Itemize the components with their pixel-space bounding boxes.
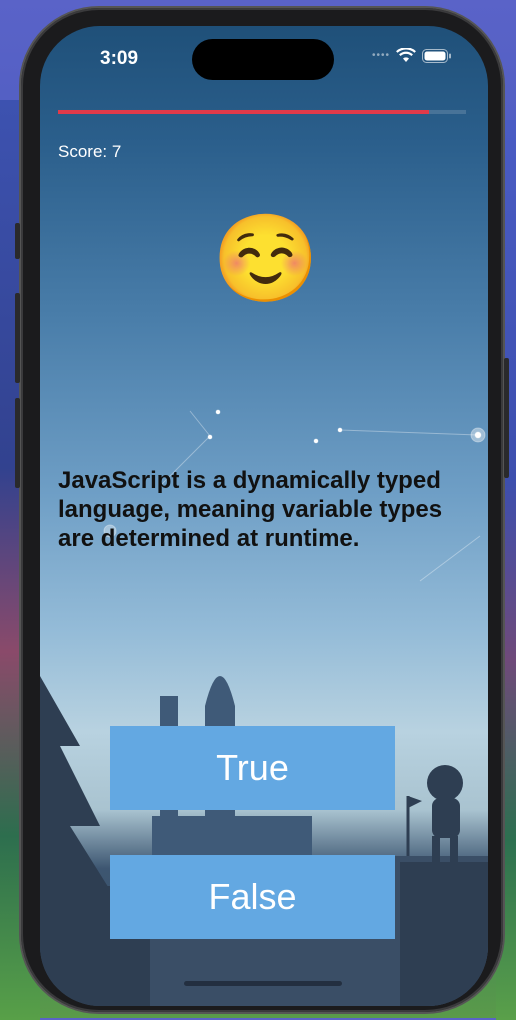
- status-bar: 3:09 ••••: [40, 26, 488, 86]
- volume-down-button: [15, 398, 20, 488]
- wifi-icon: [396, 48, 416, 62]
- status-icons: ••••: [372, 48, 452, 63]
- home-indicator[interactable]: [184, 981, 342, 986]
- quiz-progress-bar: [58, 110, 466, 114]
- app-screen: 3:09 •••• Score: 7 ☺️ JavaScript is a dy…: [40, 26, 488, 1006]
- power-button: [504, 358, 509, 478]
- dynamic-island: [192, 39, 334, 80]
- mute-switch: [15, 223, 20, 259]
- false-button[interactable]: False: [110, 855, 395, 939]
- smiling-face-emoji: ☺️: [212, 211, 320, 307]
- status-time: 3:09: [100, 48, 139, 69]
- volume-up-button: [15, 293, 20, 383]
- true-button[interactable]: True: [110, 726, 395, 810]
- score-label: Score: 7: [58, 142, 122, 161]
- battery-icon: [422, 48, 451, 63]
- quiz-progress-fill: [58, 110, 430, 114]
- signal-dots-icon: ••••: [371, 50, 390, 61]
- question-text: JavaScript is a dynamically typed langua…: [58, 467, 443, 552]
- astronaut-silhouette: [400, 765, 488, 1006]
